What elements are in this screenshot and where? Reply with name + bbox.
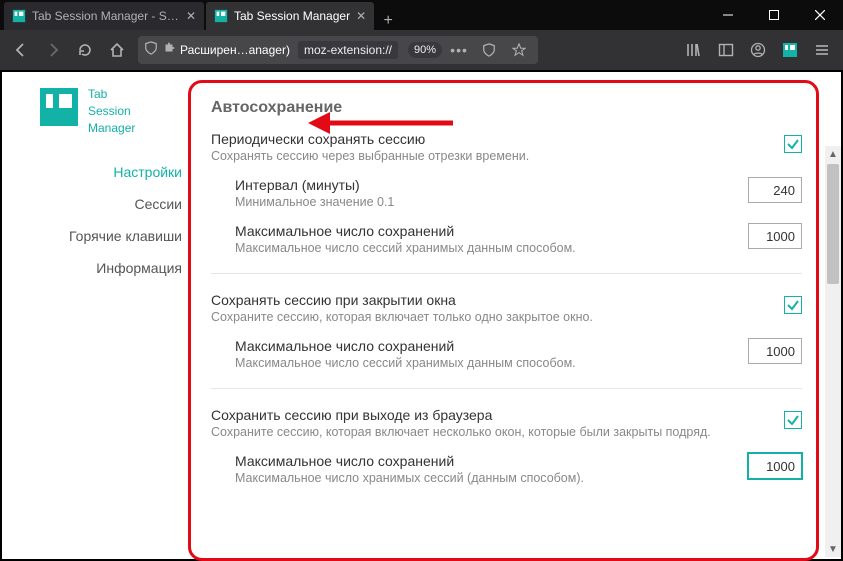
- input-window-close-max[interactable]: 1000: [748, 338, 802, 364]
- sub-periodic-max: Максимальное число сохранений Максимальн…: [235, 223, 802, 255]
- save-session-icon[interactable]: [775, 35, 805, 65]
- tab-label: Tab Session Manager - Sess: [32, 9, 180, 23]
- nav-sessions[interactable]: Сессии: [24, 188, 182, 220]
- divider: [211, 273, 802, 274]
- nav-hotkeys[interactable]: Горячие клавиши: [24, 220, 182, 252]
- reader-icon[interactable]: [476, 37, 502, 63]
- sub-desc: Минимальное значение 0.1: [235, 195, 748, 209]
- forward-button[interactable]: [38, 35, 68, 65]
- nav: Настройки Сессии Горячие клавиши Информа…: [24, 156, 184, 284]
- sub-window-close-max: Максимальное число сохранений Максимальн…: [235, 338, 802, 370]
- browser-toolbar: Расширен…anager) moz-extension:// 90% ••…: [0, 30, 843, 70]
- app-logo-icon: [38, 86, 80, 128]
- sub-desc: Максимальное число хранимых сессий (данн…: [235, 471, 748, 485]
- tab-label: Tab Session Manager: [234, 9, 350, 23]
- zoom-badge[interactable]: 90%: [408, 42, 442, 58]
- window-controls: [705, 0, 843, 30]
- app-title-line: Manager: [88, 120, 135, 137]
- app-sidebar: Tab Session Manager Настройки Сессии Гор…: [24, 70, 184, 561]
- option-desc: Сохраните сессию, которая включает тольк…: [211, 310, 784, 324]
- extension-icon: [162, 41, 176, 60]
- url-text-2: moz-extension://: [298, 41, 398, 59]
- sub-interval: Интервал (минуты) Минимальное значение 0…: [235, 177, 802, 209]
- option-window-close: Сохранять сессию при закрытии окна Сохра…: [211, 292, 802, 370]
- main: Автосохранение Периодически сохранять се…: [184, 70, 819, 561]
- close-window-button[interactable]: [797, 0, 843, 30]
- sidebar-icon[interactable]: [711, 35, 741, 65]
- menu-icon[interactable]: [807, 35, 837, 65]
- app-title-line: Session: [88, 103, 135, 120]
- sub-title: Максимальное число сохранений: [235, 338, 748, 354]
- account-icon[interactable]: [743, 35, 773, 65]
- scroll-thumb[interactable]: [827, 164, 839, 284]
- sub-desc: Максимальное число сессий хранимых данны…: [235, 356, 748, 370]
- back-button[interactable]: [6, 35, 36, 65]
- option-title: Сохранять сессию при закрытии окна: [211, 292, 784, 308]
- input-browser-exit-max[interactable]: 1000: [748, 453, 802, 479]
- settings-panel: Автосохранение Периодически сохранять се…: [188, 80, 819, 561]
- url-bar[interactable]: Расширен…anager) moz-extension:// 90% ••…: [138, 36, 538, 64]
- browser-tabs: Tab Session Manager - Sess ✕ Tab Session…: [0, 0, 705, 30]
- vertical-scrollbar[interactable]: ▲ ▼: [825, 146, 841, 557]
- option-browser-exit: Сохранить сессию при выходе из браузера …: [211, 407, 802, 485]
- checkbox-browser-exit[interactable]: [784, 411, 802, 429]
- scroll-down-icon[interactable]: ▼: [825, 541, 841, 557]
- save-icon: [12, 9, 26, 23]
- new-tab-button[interactable]: +: [374, 12, 402, 30]
- url-text-1: Расширен…anager): [180, 43, 290, 57]
- home-button[interactable]: [102, 35, 132, 65]
- option-periodic-save: Периодически сохранять сессию Сохранять …: [211, 131, 802, 255]
- sub-desc: Максимальное число сессий хранимых данны…: [235, 241, 748, 255]
- reload-button[interactable]: [70, 35, 100, 65]
- star-icon[interactable]: [506, 37, 532, 63]
- close-icon[interactable]: ✕: [186, 9, 196, 23]
- save-icon: [214, 9, 228, 23]
- app-title-line: Tab: [88, 86, 135, 103]
- sub-title: Максимальное число сохранений: [235, 223, 748, 239]
- divider: [211, 388, 802, 389]
- app-title: Tab Session Manager: [88, 86, 135, 136]
- browser-tab-inactive[interactable]: Tab Session Manager - Sess ✕: [4, 2, 204, 30]
- sub-browser-exit-max: Максимальное число сохранений Максимальн…: [235, 453, 802, 485]
- option-title: Сохранить сессию при выходе из браузера: [211, 407, 784, 423]
- option-desc: Сохраните сессию, которая включает неско…: [211, 425, 784, 439]
- checkbox-window-close[interactable]: [784, 296, 802, 314]
- checkbox-periodic[interactable]: [784, 135, 802, 153]
- browser-tab-active[interactable]: Tab Session Manager ✕: [206, 2, 374, 30]
- input-periodic-max[interactable]: 1000: [748, 223, 802, 249]
- window-titlebar: Tab Session Manager - Sess ✕ Tab Session…: [0, 0, 843, 30]
- minimize-button[interactable]: [705, 0, 751, 30]
- nav-settings[interactable]: Настройки: [24, 156, 182, 188]
- shield-icon[interactable]: [144, 41, 158, 60]
- close-icon[interactable]: ✕: [356, 9, 366, 23]
- page: Tab Session Manager Настройки Сессии Гор…: [0, 70, 843, 561]
- input-interval[interactable]: 240: [748, 177, 802, 203]
- sub-title: Максимальное число сохранений: [235, 453, 748, 469]
- library-icon[interactable]: [679, 35, 709, 65]
- nav-info[interactable]: Информация: [24, 252, 182, 284]
- maximize-button[interactable]: [751, 0, 797, 30]
- option-desc: Сохранять сессию через выбранные отрезки…: [211, 149, 784, 163]
- scroll-up-icon[interactable]: ▲: [825, 146, 841, 162]
- sub-title: Интервал (минуты): [235, 177, 748, 193]
- section-title: Автосохранение: [211, 99, 802, 117]
- more-icon[interactable]: •••: [446, 37, 472, 63]
- app-header: Tab Session Manager: [24, 86, 184, 136]
- option-title: Периодически сохранять сессию: [211, 131, 784, 147]
